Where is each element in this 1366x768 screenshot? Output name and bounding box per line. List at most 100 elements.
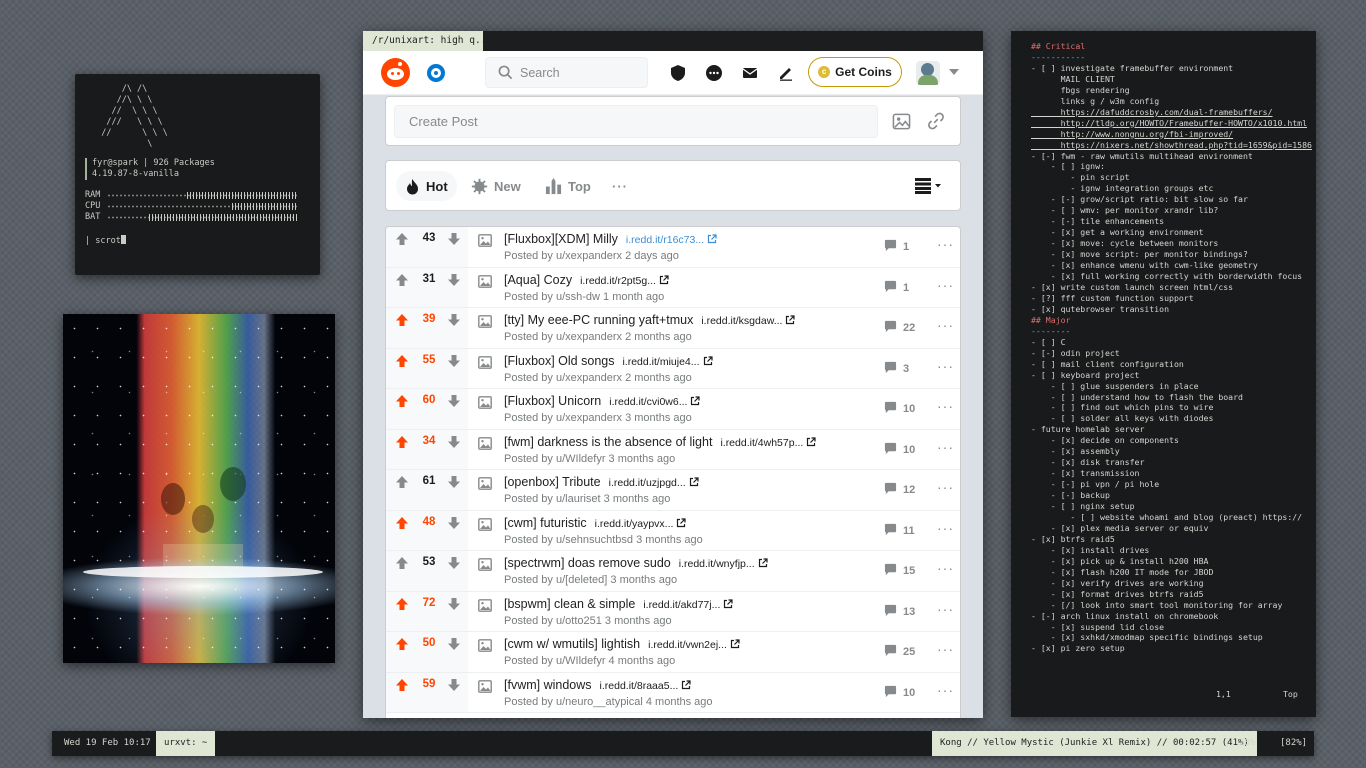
post-title[interactable]: [Fluxbox] Unicorn [504,394,601,408]
post-title[interactable]: [cwm w/ wmutils] lightish [504,637,640,651]
external-link-icon[interactable] [686,475,699,489]
post-title[interactable]: [Fluxbox] Old songs [504,354,614,368]
post-domain-link[interactable]: i.redd.it/akd77j... [643,599,720,611]
external-link-icon[interactable] [687,394,701,408]
post-row[interactable]: 61 [openbox] Tribute i.redd.it/uzjpgd... Po… [386,470,960,511]
comments-button[interactable]: 25 [884,644,915,660]
comments-button[interactable]: 10 [884,401,915,417]
sort-new-button[interactable]: New [462,171,530,201]
post-options-button[interactable]: ··· [937,399,954,413]
post-domain-link[interactable]: i.redd.it/4wh57p... [720,437,803,449]
downvote-arrow-icon[interactable] [447,232,461,246]
post-domain-link[interactable]: i.redd.it/cvi0w6... [609,396,687,408]
mail-icon[interactable] [741,64,759,82]
community-icon[interactable] [427,64,445,82]
downvote-arrow-icon[interactable] [447,273,461,287]
post-row[interactable]: 60 [Fluxbox] Unicorn i.redd.it/cvi0w6... Po… [386,389,960,430]
post-options-button[interactable]: ··· [937,237,954,251]
now-playing[interactable]: Kong // Yellow Mystic (Junkie Xl Remix) … [932,731,1257,756]
post-domain-link[interactable]: i.redd.it/vwn2ej... [648,639,727,651]
post-title[interactable]: [cwm] futuristic [504,516,587,530]
post-row[interactable]: 48 [cwm] futuristic i.redd.it/yaypvx... Pos… [386,510,960,551]
sort-hot-button[interactable]: Hot [396,171,457,201]
post-domain-link[interactable]: i.redd.it/yaypvx... [595,518,674,530]
post-options-button[interactable]: ··· [937,683,954,697]
post-row[interactable]: 59 [fvwm] windows i.redd.it/8raaa5... Poste… [386,672,960,713]
post-title[interactable]: [bspwm] clean & simple [504,597,635,611]
comments-button[interactable]: 1 [884,280,909,296]
downvote-arrow-icon[interactable] [447,678,461,692]
qutebrowser-window[interactable]: /r/unixart: high q... c Get Coins Create … [363,31,983,718]
comments-button[interactable]: 13 [884,604,915,620]
search-input[interactable] [520,65,640,80]
upvote-arrow-icon[interactable] [395,232,409,246]
neofetch-terminal[interactable]: /\ /\ //\ \ \ // \ \ \ /// \ \ \ // \ \ … [75,74,320,275]
downvote-arrow-icon[interactable] [447,394,461,408]
post-options-button[interactable]: ··· [937,561,954,575]
post-options-button[interactable]: ··· [937,440,954,454]
post-row[interactable]: 55 [Fluxbox] Old songs i.redd.it/miuje4...… [386,348,960,389]
external-link-icon[interactable] [782,313,796,327]
post-title[interactable]: [openbox] Tribute [504,475,601,489]
post-row[interactable]: 72 [bspwm] clean & simple i.redd.it/akd77j… [386,591,960,632]
downvote-arrow-icon[interactable] [447,597,461,611]
comments-button[interactable]: 15 [884,563,915,579]
post-title[interactable]: [Aqua] Cozy [504,273,572,287]
downvote-arrow-icon[interactable] [447,556,461,570]
volume-indicator[interactable]: 28% [1239,731,1255,756]
tab-unixart[interactable]: /r/unixart: high q... [363,31,483,51]
external-link-icon[interactable] [727,637,740,651]
layout-switcher[interactable] [915,178,945,199]
reddit-logo-icon[interactable] [381,58,410,87]
upvote-arrow-icon[interactable] [395,394,409,408]
external-link-icon[interactable] [656,273,669,287]
post-options-button[interactable]: ··· [937,278,954,292]
post-title[interactable]: [fwm] darkness is the absence of light [504,435,712,449]
downvote-arrow-icon[interactable] [447,637,461,651]
upvote-arrow-icon[interactable] [395,354,409,368]
focused-window-title[interactable]: urxvt: ~ [156,731,216,756]
post-domain-link[interactable]: i.redd.it/8raaa5... [600,680,679,692]
post-domain-link[interactable]: i.redd.it/r16c73... [626,234,704,246]
comments-button[interactable]: 1 [884,239,909,255]
post-row[interactable]: 31 [Aqua] Cozy i.redd.it/r2pt5g... Posted b… [386,267,960,308]
upvote-arrow-icon[interactable] [395,435,409,449]
create-post-pencil-icon[interactable] [777,64,795,82]
post-domain-link[interactable]: i.redd.it/ksgdaw... [701,315,782,327]
create-post-input[interactable]: Create Post [394,105,878,138]
post-options-button[interactable]: ··· [937,521,954,535]
get-coins-button[interactable]: c Get Coins [808,57,902,87]
post-row[interactable]: 34 [fwm] darkness is the absence of light… [386,429,960,470]
comments-button[interactable]: 10 [884,685,915,701]
comments-button[interactable]: 3 [884,361,909,377]
downvote-arrow-icon[interactable] [447,516,461,530]
upvote-arrow-icon[interactable] [395,637,409,651]
post-title[interactable]: [Fluxbox][XDM] Milly [504,232,618,246]
post-title[interactable]: [fvwm] windows [504,678,592,692]
downvote-arrow-icon[interactable] [447,435,461,449]
external-link-icon[interactable] [704,232,717,246]
post-domain-link[interactable]: i.redd.it/wnyfjp... [679,558,755,570]
comments-button[interactable]: 22 [884,320,915,336]
external-link-icon[interactable] [700,354,713,368]
upvote-arrow-icon[interactable] [395,475,409,489]
todo-vim-terminal[interactable]: ## Critical ----------- - [ ] investigate … [1011,31,1316,717]
upvote-arrow-icon[interactable] [395,313,409,327]
shell-prompt[interactable]: | scrot [85,235,310,247]
post-domain-link[interactable]: i.redd.it/uzjpgd... [609,477,686,489]
comments-button[interactable]: 10 [884,442,915,458]
upvote-arrow-icon[interactable] [395,516,409,530]
upvote-arrow-icon[interactable] [395,597,409,611]
downvote-arrow-icon[interactable] [447,354,461,368]
more-options-button[interactable]: ··· [603,171,637,201]
upvote-arrow-icon[interactable] [395,556,409,570]
post-options-button[interactable]: ··· [937,359,954,373]
shield-icon[interactable] [669,64,687,82]
post-row[interactable]: 43 [Fluxbox][XDM] Milly i.redd.it/r16c73..… [386,227,960,268]
search-box[interactable] [485,57,648,88]
external-link-icon[interactable] [803,435,816,449]
comments-button[interactable]: 12 [884,482,915,498]
downvote-arrow-icon[interactable] [447,313,461,327]
upvote-arrow-icon[interactable] [395,678,409,692]
external-link-icon[interactable] [720,597,733,611]
